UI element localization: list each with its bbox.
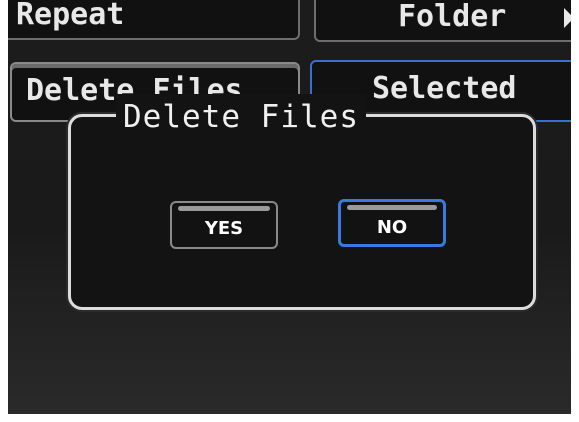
delete-files-dialog xyxy=(68,114,536,310)
no-label: NO xyxy=(376,217,408,238)
folder-label: Folder xyxy=(398,0,507,34)
folder-button[interactable]: Folder xyxy=(314,0,571,42)
yes-label: YES xyxy=(204,218,244,239)
dialog-title: Delete Files xyxy=(116,94,366,140)
no-button[interactable]: NO xyxy=(338,199,446,247)
selected-label: Selected xyxy=(372,71,517,106)
repeat-label: Repeat xyxy=(16,0,125,32)
device-screen: Repeat Folder Delete Files Selected Dele… xyxy=(8,0,571,414)
repeat-button[interactable]: Repeat xyxy=(8,0,300,40)
triangle-right-icon xyxy=(564,8,571,28)
yes-button[interactable]: YES xyxy=(170,201,278,249)
